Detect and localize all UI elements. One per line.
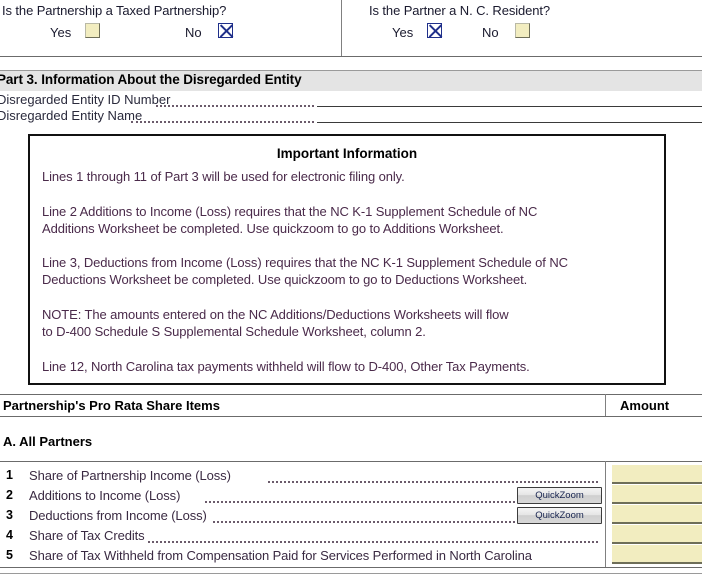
line-number: 2 [6,488,13,502]
info-line: NOTE: The amounts entered on the NC Addi… [42,307,509,322]
info-line: Additions Worksheet be completed. Use qu… [42,221,504,236]
table-header-top-rule [0,394,702,395]
quickzoom-additions-button[interactable]: QuickZoom [517,487,602,504]
disregarded-entity-name-label: Disregarded Entity Name [0,108,143,123]
line-label: Share of Tax Credits [29,528,145,543]
info-box-title: Important Information [276,146,418,161]
line-label: Share of Tax Withheld from Compensation … [29,548,532,563]
amount-input-2[interactable] [612,485,702,504]
question-label: Is the Partnership a Taxed Partnership? [2,3,227,18]
amount-input-3[interactable] [612,505,702,524]
part3-title: Part 3. Information About the Disregarde… [0,72,302,87]
pro-rata-table-header: Partnership's Pro Rata Share Items Amoun… [0,394,702,417]
quickzoom-deductions-button[interactable]: QuickZoom [517,507,602,524]
leader-dots [268,479,598,483]
disregarded-entity-id-label: Disregarded Entity ID Number [0,92,171,107]
part3-header-band: Part 3. Information About the Disregarde… [0,70,702,91]
checkbox-resident-yes[interactable] [427,23,442,38]
table-row: 1 Share of Partnership Income (Loss) [0,466,605,485]
disregarded-entity-name-row: Disregarded Entity Name [0,108,702,124]
line-number: 4 [6,528,13,542]
line-number: 1 [6,468,13,482]
rows-bottom-rule [0,567,702,568]
line-label: Share of Partnership Income (Loss) [29,468,231,483]
table-header-bottom-rule [0,416,702,417]
column-header-items: Partnership's Pro Rata Share Items [3,398,220,413]
line-label: Additions to Income (Loss) [29,488,181,503]
info-line: Line 12, North Carolina tax payments wit… [42,359,530,374]
line-number: 3 [6,508,13,522]
amount-input-5[interactable] [612,545,702,564]
info-line: to D-400 Schedule S Supplemental Schedul… [42,324,426,339]
amount-column-divider [605,394,606,417]
amount-input-1[interactable] [612,465,702,484]
info-line: Deductions Worksheet be completed. Use q… [42,272,528,287]
question-taxed-partnership: Is the Partnership a Taxed Partnership? … [0,0,341,57]
info-line: Lines 1 through 11 of Part 3 will be use… [42,169,405,184]
leader-dots [213,519,515,523]
table-row: 2 Additions to Income (Loss) [0,486,605,505]
table-row: 4 Share of Tax Credits [0,526,605,545]
checkbox-taxed-no[interactable] [218,23,233,38]
checkbox-resident-no[interactable] [515,23,530,38]
partner-questions-strip: Is the Partnership a Taxed Partnership? … [0,0,702,57]
option-label: Yes [50,25,72,40]
option-label: Yes [392,25,414,40]
question-column-divider [341,0,342,57]
disregarded-entity-id-row: Disregarded Entity ID Number [0,92,702,108]
leader-dots [156,103,314,107]
question-partner-nc-resident: Is the Partner a N. C. Resident? Yes No [342,0,702,57]
band-top-rule [0,70,702,71]
line-number: 5 [6,548,13,562]
disregarded-entity-id-input[interactable] [317,106,702,107]
leader-dots [131,119,314,123]
question-label: Is the Partner a N. C. Resident? [369,3,551,18]
checkbox-taxed-yes[interactable] [85,23,100,38]
important-information-box: Important Information Lines 1 through 11… [28,134,666,385]
info-line: Line 3, Deductions from Income (Loss) re… [42,255,568,270]
line-label: Deductions from Income (Loss) [29,508,207,523]
rows-top-rule [0,461,702,462]
rows-amount-divider [605,461,606,568]
table-row: 3 Deductions from Income (Loss) [0,506,605,525]
leader-dots [148,539,598,543]
leader-dots [205,499,515,503]
column-header-amount: Amount [620,398,670,413]
info-line: Line 2 Additions to Income (Loss) requir… [42,204,538,219]
table-row: 5 Share of Tax Withheld from Compensatio… [0,546,605,565]
page-bottom-rule [0,573,702,574]
section-heading-all-partners: A. All Partners [3,434,93,449]
option-label: No [482,25,499,40]
section-divider [0,56,702,57]
disregarded-entity-name-input[interactable] [317,122,702,123]
amount-input-4[interactable] [612,525,702,544]
option-label: No [185,25,202,40]
